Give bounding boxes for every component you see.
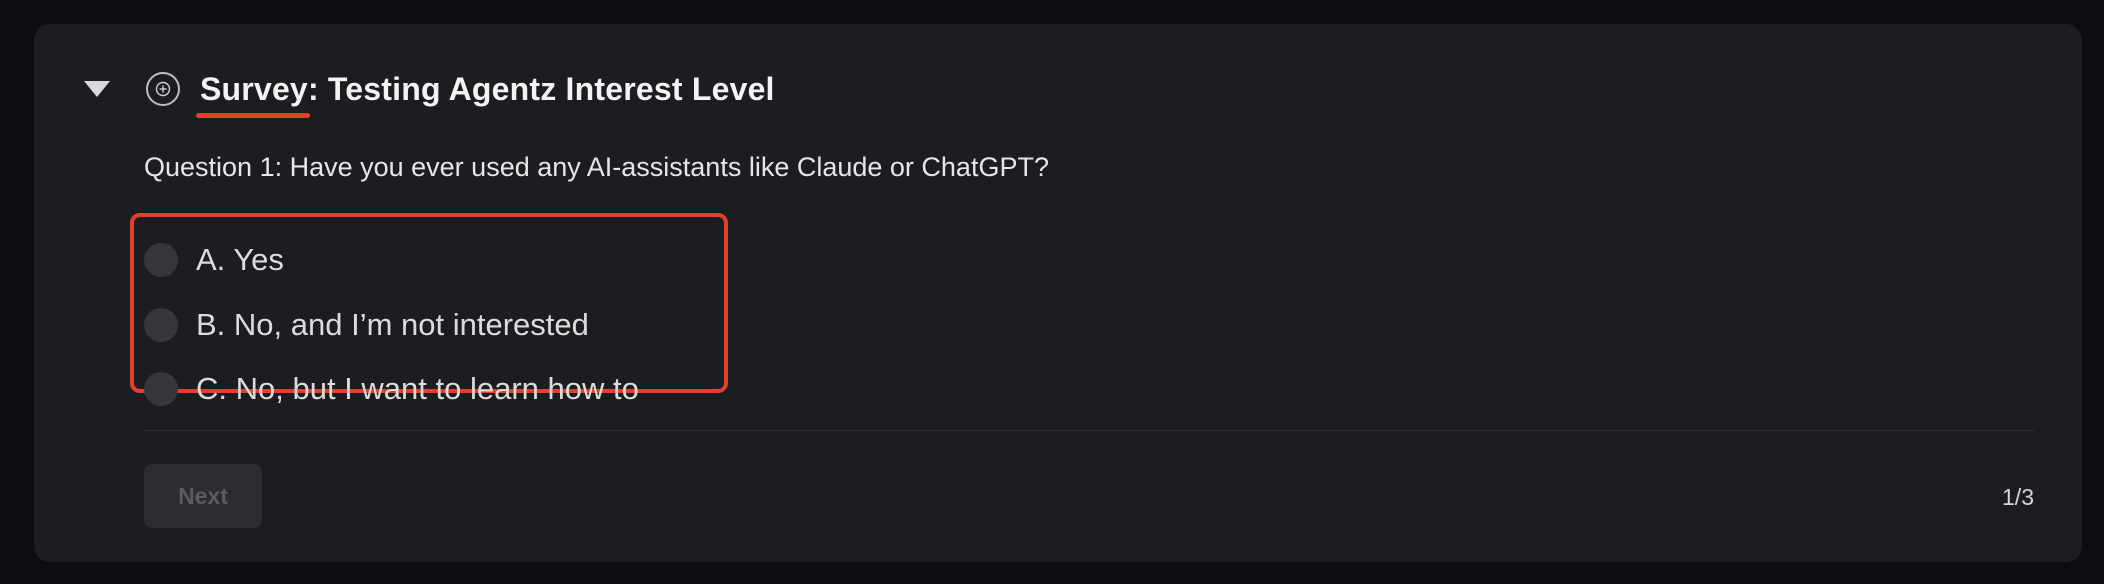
option-label: B. No, and I’m not interested [196, 307, 589, 342]
divider [144, 430, 2034, 431]
radio-button[interactable] [144, 372, 178, 406]
survey-title-prefix: Survey [196, 70, 310, 118]
option-label: C. No, but I want to learn how to [196, 371, 639, 406]
caret-down-icon[interactable] [84, 81, 110, 97]
option-a[interactable]: A. Yes [144, 240, 284, 280]
red-underline-annotation [196, 112, 310, 118]
option-b[interactable]: B. No, and I’m not interested [144, 305, 589, 345]
survey-title: Survey : Testing Agentz Interest Level [196, 70, 775, 118]
plus-circle-icon[interactable] [146, 72, 180, 106]
survey-title-prefix-text: Survey [200, 70, 308, 107]
option-label: A. Yes [196, 242, 284, 277]
option-c[interactable]: C. No, but I want to learn how to [144, 369, 639, 409]
page-indicator: 1/3 [2002, 484, 2034, 510]
survey-title-rest: : Testing Agentz Interest Level [307, 70, 775, 107]
plus-glyph-icon [155, 81, 171, 97]
radio-button[interactable] [144, 308, 178, 342]
radio-button[interactable] [144, 243, 178, 277]
survey-header: Survey : Testing Agentz Interest Level [84, 64, 775, 118]
next-button[interactable]: Next [144, 464, 262, 528]
survey-card: Survey : Testing Agentz Interest Level Q… [34, 24, 2082, 562]
question-text: Question 1: Have you ever used any AI-as… [144, 152, 1049, 182]
